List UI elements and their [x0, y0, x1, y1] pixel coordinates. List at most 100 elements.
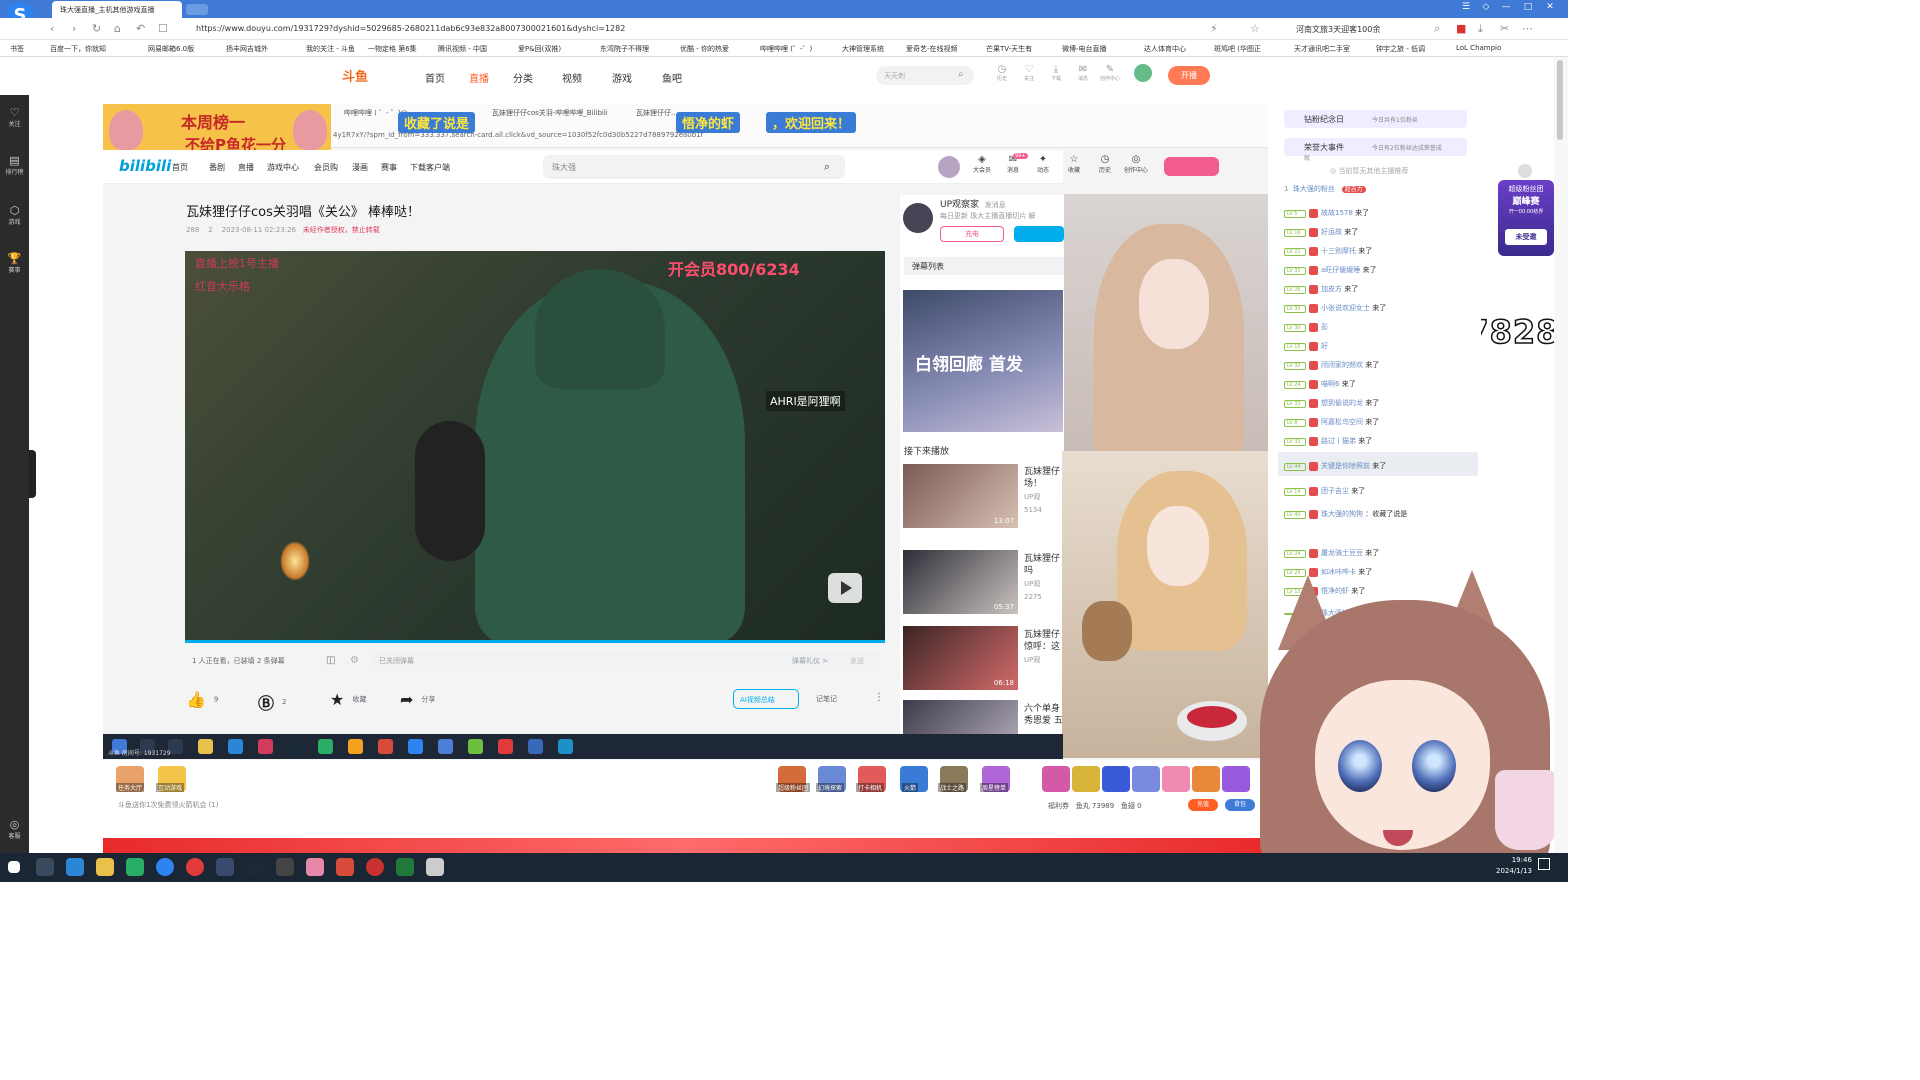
skin-icon[interactable]: ◇	[1478, 2, 1494, 16]
app-icon[interactable]	[396, 858, 414, 876]
bookmark-item[interactable]: 扬丰网吉城外	[226, 44, 268, 54]
star-icon[interactable]: ☆	[1250, 22, 1260, 35]
nav-live[interactable]: 直播	[469, 70, 489, 85]
sidebar-item-event[interactable]: 🏆 赛事	[0, 252, 29, 274]
bookmark-page-icon[interactable]: ☐	[158, 22, 168, 35]
chat-username[interactable]: 路过丨猫弟	[1321, 437, 1356, 445]
gift-item-icon[interactable]	[1132, 766, 1160, 792]
chat-message[interactable]: LV 8 阿嘉松鸟空间 来了	[1284, 417, 1379, 427]
chat-username[interactable]: 团子吉尘	[1321, 487, 1349, 495]
scrollbar[interactable]	[1554, 57, 1568, 853]
chat-message[interactable]: LV 26 加皮方 来了	[1284, 284, 1358, 294]
bookmark-item[interactable]: 微博-电台直播	[1062, 44, 1107, 54]
app-icon[interactable]	[216, 858, 234, 876]
chat-username[interactable]: a旺仔缓缓睡	[1321, 266, 1360, 274]
bookmark-item[interactable]: 优酷 - 你的热爱	[680, 44, 729, 54]
url-field[interactable]: https://www.douyu.com/1931729?dyshid=502…	[196, 24, 625, 33]
douyu-logo[interactable]: 斗鱼	[342, 66, 368, 85]
nav-category[interactable]: 分类	[513, 70, 533, 85]
close-icon[interactable]	[1518, 164, 1532, 178]
maximize-icon[interactable]: □	[1520, 2, 1536, 16]
app-icon[interactable]	[186, 858, 204, 876]
chat-username[interactable]: 小张说欢迎女士	[1321, 304, 1370, 312]
minimize-icon[interactable]: —	[1498, 2, 1514, 16]
hot-news[interactable]: 河南文旅3天迎客100余	[1296, 24, 1380, 35]
nav-yuba[interactable]: 鱼吧	[662, 70, 682, 85]
bookmark-item[interactable]: 一物定格 第6集	[368, 44, 417, 54]
bookmark-item[interactable]: 芒果TV-天生有	[986, 44, 1032, 54]
app-icon[interactable]	[426, 858, 444, 876]
wechat-icon[interactable]	[126, 858, 144, 876]
chat-message[interactable]: LV 5 故故1578 来了	[1284, 208, 1369, 218]
search-icon[interactable]: ⌕	[958, 69, 964, 80]
windows-start-icon[interactable]	[8, 861, 20, 873]
fan-badge-button[interactable]: 未受邀	[1505, 229, 1547, 245]
bookmark-item[interactable]: 我的关注 - 斗鱼	[306, 44, 355, 54]
ext-icon[interactable]: ■	[1456, 22, 1466, 35]
gift-item-icon[interactable]	[1222, 766, 1250, 792]
bookmark-item[interactable]: 钟宇之旅 - 低调	[1376, 44, 1425, 54]
back-icon[interactable]: ‹	[50, 22, 54, 35]
gift-item-icon[interactable]	[1072, 766, 1100, 792]
chat-username[interactable]: 珠大强的狗狗	[1321, 510, 1363, 518]
chat-username[interactable]: 好运故	[1321, 228, 1342, 236]
bookmark-item[interactable]: 腾讯视频 - 中国	[438, 44, 487, 54]
bookmark-item[interactable]: 哔哩哔哩 (゜-゜)	[760, 44, 812, 54]
nav-game[interactable]: 游戏	[612, 70, 632, 85]
app-icon[interactable]	[66, 858, 84, 876]
gift-item-icon[interactable]	[1102, 766, 1130, 792]
start-broadcast-button[interactable]: 开播	[1168, 66, 1210, 85]
chat-message[interactable]: LV 33 想到偷说的龙 来了	[1284, 398, 1379, 408]
app-icon[interactable]	[276, 858, 294, 876]
nav-video[interactable]: 视频	[562, 70, 582, 85]
super-fan-badge[interactable]: 超级粉丝团 巅峰赛 开一00:00结界 未受邀	[1498, 180, 1554, 256]
follow-icon[interactable]: ♡ 关注	[1018, 64, 1040, 82]
bookmark-item[interactable]: 达人体育中心	[1144, 44, 1186, 54]
bookmark-item[interactable]: 百度一下，你就知	[50, 44, 106, 54]
folder-icon[interactable]	[96, 858, 114, 876]
chat-top-item[interactable]: 钻粉纪念日 今日共有1位粉丝	[1284, 110, 1467, 128]
promo-strip[interactable]	[103, 838, 1268, 853]
sidebar-item-follow[interactable]: ♡ 关注	[0, 106, 29, 128]
backpack-button[interactable]: 背包	[1225, 799, 1255, 811]
home-icon[interactable]: ⌂	[114, 22, 121, 35]
chat-username[interactable]: 好	[1321, 342, 1328, 350]
taskview-icon[interactable]	[36, 858, 54, 876]
download-icon[interactable]: ⤓ 下载	[1045, 64, 1067, 82]
download-icon[interactable]: ⤓	[1478, 22, 1483, 36]
chat-username[interactable]: 喵啊6	[1321, 380, 1339, 388]
app-icon[interactable]	[336, 858, 354, 876]
chat-message[interactable]: LV 33 路过丨猫弟 来了	[1284, 436, 1372, 446]
forward-icon[interactable]: ›	[72, 22, 76, 35]
bookmark-item[interactable]: 爱奇艺-在线视频	[906, 44, 958, 54]
chat-username[interactable]: 彭	[1321, 323, 1328, 331]
avatar[interactable]	[1134, 64, 1152, 82]
reload-icon[interactable]: ↻	[92, 22, 101, 35]
bookmark-item[interactable]: LoL Champio	[1456, 44, 1501, 52]
chat-message[interactable]: LV 14 团子吉尘 来了	[1284, 486, 1365, 496]
search-icon[interactable]: ⌕	[1434, 22, 1440, 36]
chat-message[interactable]: LV 16 好运故 来了	[1284, 227, 1358, 237]
undo-icon[interactable]: ↶	[136, 22, 145, 35]
free-rocket-notice[interactable]: 斗鱼送你1次免费领火箭机会 (1)	[118, 800, 219, 810]
chat-message[interactable]: LV 21 十三别摩托 来了	[1284, 246, 1372, 256]
sidebar-item-game[interactable]: ⬡ 游戏	[0, 204, 29, 226]
chat-message[interactable]: LV 24 屠龙骑士豆豆 来了	[1284, 548, 1379, 558]
gift-item-icon[interactable]	[1042, 766, 1070, 792]
close-icon[interactable]: ✕	[1542, 2, 1558, 16]
bookmark-item[interactable]: 网易邮箱6.0版	[148, 44, 194, 54]
bookmark-item[interactable]: 天才通讯吧二手室	[1294, 44, 1350, 54]
taskbar-clock[interactable]: 19:46 2024/1/13	[1496, 855, 1532, 877]
history-icon[interactable]: ◷ 历史	[991, 64, 1013, 82]
chat-message[interactable]: LV 35 小张说欢迎女士 来了	[1284, 303, 1386, 313]
chat-username[interactable]: 加皮方	[1321, 285, 1342, 293]
gift-item-icon[interactable]	[1162, 766, 1190, 792]
bookmark-item[interactable]: 书签	[10, 44, 24, 54]
bookmark-item[interactable]: 东湾院子不得理	[600, 44, 649, 54]
chat-username[interactable]: 想到偷说的龙	[1321, 399, 1363, 407]
bookmark-item[interactable]: 大神管理系统	[842, 44, 884, 54]
fan-rank-row[interactable]: 1 珠大强的粉丝 超吉力	[1284, 184, 1366, 194]
creator-icon[interactable]: ✎ 创作中心	[1099, 64, 1121, 82]
scrollbar-thumb[interactable]	[1557, 60, 1563, 140]
recharge-button[interactable]: 充值	[1188, 799, 1218, 811]
